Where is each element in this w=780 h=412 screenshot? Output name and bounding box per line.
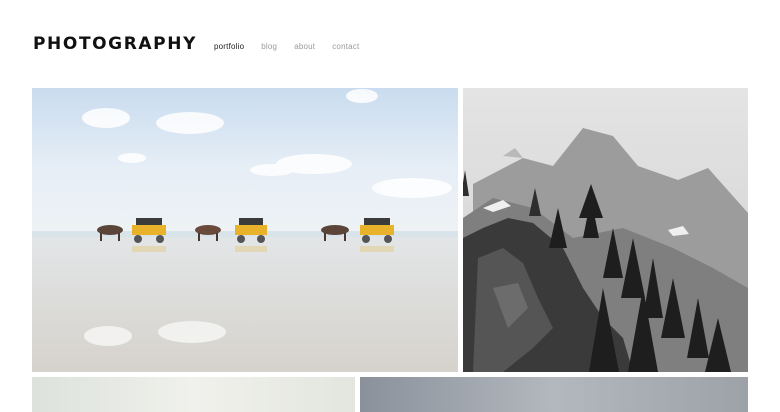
site-logo[interactable]: PHOTOGRAPHY (33, 34, 197, 54)
bottom-right-image (360, 377, 748, 412)
gallery-photo-bottom-left[interactable] (32, 377, 355, 412)
gallery-photo-carriages-beach[interactable] (32, 88, 458, 372)
mountain-cliff-image (463, 88, 748, 372)
gallery-photo-mountain-cliff[interactable] (463, 88, 748, 372)
nav-link-about[interactable]: about (294, 42, 315, 51)
nav-link-portfolio[interactable]: portfolio (214, 42, 244, 51)
gallery-photo-bottom-right[interactable] (360, 377, 748, 412)
site-header: PHOTOGRAPHY portfolio blog about contact (33, 34, 376, 54)
bottom-left-image (32, 377, 355, 412)
main-nav: portfolio blog about contact (214, 42, 376, 51)
nav-link-blog[interactable]: blog (261, 42, 277, 51)
carriages-beach-image (32, 88, 458, 372)
nav-link-contact[interactable]: contact (332, 42, 359, 51)
